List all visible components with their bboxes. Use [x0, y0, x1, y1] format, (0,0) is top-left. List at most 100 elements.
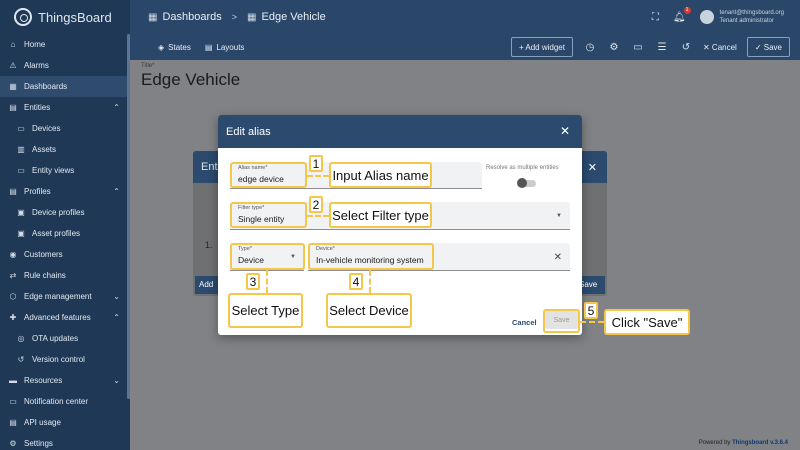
- profiles-icon: ▤: [9, 187, 17, 196]
- breadcrumb-current: Edge Vehicle: [261, 11, 326, 23]
- connector-3: [266, 270, 268, 293]
- sidebar-item-alarms[interactable]: ⚠ Alarms: [0, 55, 130, 76]
- states-button[interactable]: ◈ States: [158, 43, 191, 52]
- callout-input-alias: Input Alias name: [329, 162, 432, 188]
- sidebar-item-home[interactable]: ⌂ Home: [0, 34, 130, 55]
- user-menu[interactable]: tenant@thingsboard.org Tenant administra…: [699, 9, 784, 25]
- sidebar-item-label: Resources: [24, 376, 63, 385]
- add-widget-button[interactable]: + Add widget: [510, 37, 573, 57]
- sidebar-item-rule-chains[interactable]: ⇄ Rule chains: [0, 265, 130, 286]
- close-icon[interactable]: ✕: [560, 124, 570, 138]
- clock-icon[interactable]: ◷: [583, 42, 597, 53]
- clear-icon[interactable]: ✕: [554, 252, 562, 263]
- dashboard-title[interactable]: Edge Vehicle: [141, 70, 240, 90]
- save-highlight: [543, 309, 580, 333]
- dialog-cancel-button[interactable]: Cancel: [512, 318, 537, 327]
- callout-select-device: Select Device: [326, 293, 412, 328]
- dashboard-toolbar: ◈ States ▤ Layouts + Add widget ◷ ⚙ ▭ ☰ …: [130, 34, 800, 60]
- fullscreen-icon[interactable]: ⛶: [652, 12, 659, 23]
- chevron-down-icon[interactable]: ⌄: [113, 376, 120, 385]
- sidebar-item-label: Alarms: [24, 61, 49, 70]
- asset-icon: ▥: [17, 145, 25, 154]
- sidebar-item-label: Notification center: [24, 397, 89, 406]
- chevron-up-icon[interactable]: ⌃: [113, 187, 120, 196]
- sidebar-item-ota-updates[interactable]: ◎ OTA updates: [0, 328, 130, 349]
- ota-icon: ◎: [17, 334, 25, 343]
- sidebar-item-api-usage[interactable]: ▤ API usage: [0, 412, 130, 433]
- alias-row-number: 1.: [205, 240, 213, 250]
- layouts-button[interactable]: ▤ Layouts: [205, 43, 245, 52]
- gear-icon[interactable]: ⚙: [607, 42, 621, 53]
- toolbar-cancel-button[interactable]: ✕ Cancel: [703, 43, 737, 52]
- version-history-icon[interactable]: ↺: [679, 42, 693, 53]
- sidebar-item-dashboards[interactable]: ▦ Dashboards: [0, 76, 130, 97]
- notifications-bell-icon[interactable]: 🔔︎ 1: [673, 6, 691, 23]
- sidebar-item-assets[interactable]: ▥ Assets: [0, 139, 130, 160]
- sidebar-item-version-control[interactable]: ↺ Version control: [0, 349, 130, 370]
- edge-icon: ⬡: [9, 292, 17, 301]
- layers-icon: ◈: [158, 42, 165, 52]
- asset-profile-icon: ▣: [17, 229, 25, 238]
- avatar: [699, 10, 714, 24]
- chevron-down-icon[interactable]: ⌄: [113, 292, 120, 301]
- sidebar-item-label: Settings: [24, 439, 53, 448]
- inbox-icon: ▭: [9, 397, 17, 406]
- states-label: States: [168, 42, 191, 52]
- sidebar-item-devices[interactable]: ▭ Devices: [0, 118, 130, 139]
- breadcrumb-separator: >: [231, 12, 238, 22]
- powered-by-prefix: Powered by: [698, 440, 731, 446]
- entities-icon: ▤: [9, 103, 17, 112]
- toolbar-save-button[interactable]: ✓ Save: [746, 37, 790, 57]
- notification-badge: 1: [683, 6, 691, 14]
- dashboard-icon: ▦: [247, 11, 257, 23]
- history-icon: ↺: [17, 355, 25, 364]
- entity-aliases-icon[interactable]: ▭: [631, 42, 645, 53]
- sidebar-item-label: Entity views: [32, 166, 75, 175]
- layouts-label: Layouts: [216, 42, 245, 52]
- sidebar: ThingsBoard ⌂ Home ⚠ Alarms ▦ Dashboards ▤ Enti…: [0, 0, 130, 450]
- sidebar-item-entities[interactable]: ▤ Entities ⌃: [0, 97, 130, 118]
- type-highlight: [230, 243, 305, 270]
- sidebar-item-notification-center[interactable]: ▭ Notification center: [0, 391, 130, 412]
- chevron-up-icon[interactable]: ⌃: [113, 313, 120, 322]
- step-5-badge: 5: [584, 302, 598, 319]
- sidebar-item-device-profiles[interactable]: ▣ Device profiles: [0, 202, 130, 223]
- sidebar-item-label: Devices: [32, 124, 61, 133]
- sidebar-item-label: OTA updates: [32, 334, 79, 343]
- step-1-badge: 1: [309, 155, 323, 172]
- step-4-badge: 4: [349, 273, 363, 290]
- toolbar-save-label: Save: [763, 42, 782, 52]
- sidebar-item-settings[interactable]: ⚙ Settings: [0, 433, 130, 450]
- sidebar-item-label: Advanced features: [24, 313, 91, 322]
- sidebar-item-label: Asset profiles: [32, 229, 81, 238]
- resolve-multiple-toggle[interactable]: [517, 178, 536, 188]
- grid-icon: ▦: [9, 82, 17, 91]
- filter-icon[interactable]: ☰: [655, 42, 669, 53]
- sidebar-item-label: Version control: [32, 355, 85, 364]
- connector-5: [580, 321, 604, 323]
- bell-icon: ⚠: [9, 61, 17, 70]
- sidebar-item-label: Assets: [32, 145, 57, 154]
- title-field-label: Title*: [141, 63, 155, 69]
- powered-by-brand[interactable]: Thingsboard v.3.6.4: [732, 440, 788, 446]
- resolve-multiple-label: Resolve as multiple entities: [486, 165, 559, 171]
- connector-4: [369, 270, 371, 293]
- sidebar-item-advanced-features[interactable]: ✚ Advanced features ⌃: [0, 307, 130, 328]
- sidebar-item-label: Dashboards: [24, 82, 68, 91]
- sidebar-item-resources[interactable]: ▬ Resources ⌄: [0, 370, 130, 391]
- sidebar-item-asset-profiles[interactable]: ▣ Asset profiles: [0, 223, 130, 244]
- brand[interactable]: ThingsBoard: [0, 0, 130, 34]
- sidebar-item-customers[interactable]: ◉ Customers: [0, 244, 130, 265]
- sidebar-item-profiles[interactable]: ▤ Profiles ⌃: [0, 181, 130, 202]
- alias-name-highlight: [230, 162, 307, 188]
- connector-1: [307, 175, 329, 177]
- toggle-knob: [517, 178, 527, 188]
- sidebar-item-label: Edge management: [24, 292, 92, 301]
- chevron-up-icon[interactable]: ⌃: [113, 103, 120, 112]
- breadcrumb-root[interactable]: Dashboards: [162, 11, 221, 23]
- sidebar-item-edge-management[interactable]: ⬡ Edge management ⌄: [0, 286, 130, 307]
- sidebar-item-entity-views[interactable]: ▭ Entity views: [0, 160, 130, 181]
- close-icon[interactable]: ✕: [588, 161, 597, 174]
- sidebar-item-label: Customers: [24, 250, 63, 259]
- sidebar-item-label: Rule chains: [24, 271, 66, 280]
